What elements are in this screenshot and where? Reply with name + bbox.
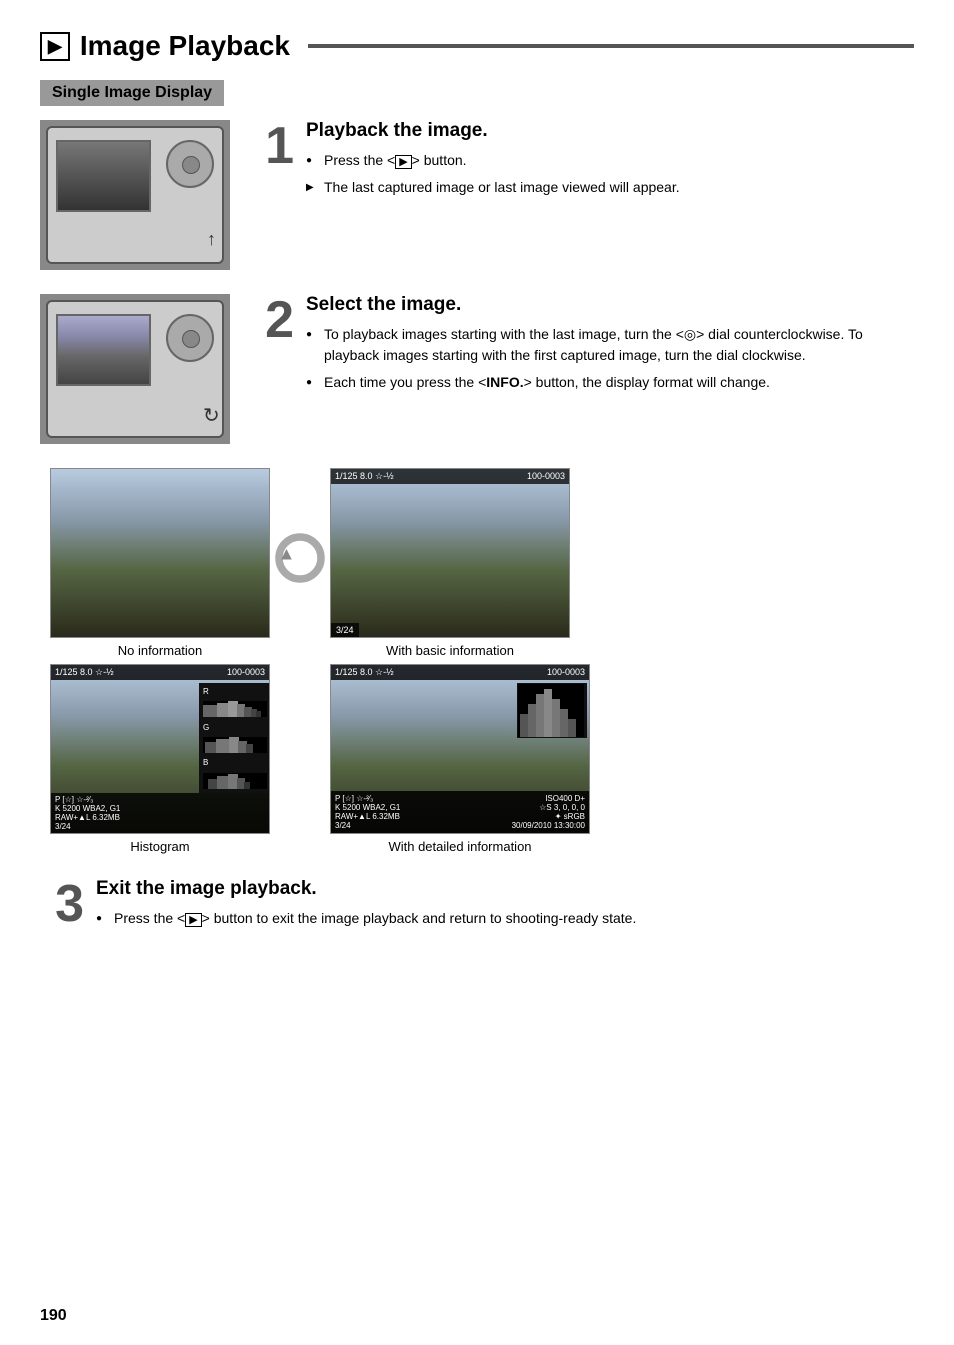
step2-content: Select the image. To playback images sta… bbox=[306, 294, 914, 399]
step3-title: Exit the image playback. bbox=[96, 878, 914, 900]
step2-number: 2 bbox=[250, 294, 294, 346]
step1-bullet-2: The last captured image or last image vi… bbox=[306, 177, 914, 198]
page-title-bar: ▶ Image Playback bbox=[40, 30, 914, 62]
basic-info-label: With basic information bbox=[386, 643, 514, 658]
basic-info-panel-wrap: 1/125 8.0 ☆-½ 100-0003 3/24 With basic i… bbox=[330, 468, 570, 658]
no-info-label: No information bbox=[118, 643, 203, 658]
title-icon: ▶ bbox=[40, 32, 70, 61]
step2-bullet-2: Each time you press the <INFO.> button, … bbox=[306, 372, 914, 393]
no-info-panel bbox=[50, 468, 270, 638]
step2-row: ↺ 2 Select the image. To playback images… bbox=[40, 294, 914, 444]
basic-info-top-right: 100-0003 bbox=[527, 471, 565, 482]
section-header: Single Image Display bbox=[40, 80, 914, 120]
panels-row1: No information 1/125 8.0 ☆-½ 100-0003 3/… bbox=[50, 468, 914, 658]
basic-info-panel: 1/125 8.0 ☆-½ 100-0003 3/24 bbox=[330, 468, 570, 638]
step1-bullets: Press the <▶> button. The last captured … bbox=[306, 150, 914, 198]
detailed-info-panel-wrap: 1/125 8.0 ☆-½ 100-0003 bbox=[330, 664, 590, 854]
step2-images: ↺ bbox=[40, 294, 230, 444]
camera-image-1: ↑ bbox=[40, 120, 230, 270]
histogram-label: Histogram bbox=[130, 839, 189, 854]
step3-bullet-1: Press the <▶> button to exit the image p… bbox=[96, 908, 914, 929]
step2-title: Select the image. bbox=[306, 294, 914, 316]
step1-row: ↑ 1 Playback the image. Press the <▶> bu… bbox=[40, 120, 914, 270]
page-number: 190 bbox=[40, 1307, 67, 1325]
step1-images: ↑ bbox=[40, 120, 230, 270]
histogram-panel-wrap: 1/125 8.0 ☆-½ 100-0003 R G bbox=[50, 664, 270, 854]
title-rule bbox=[308, 44, 914, 48]
step2-bullet-1: To playback images starting with the las… bbox=[306, 324, 914, 366]
histogram-panel: 1/125 8.0 ☆-½ 100-0003 R G bbox=[50, 664, 270, 834]
panel-arrow bbox=[270, 468, 330, 593]
camera-image-2: ↺ bbox=[40, 294, 230, 444]
step3-content: Exit the image playback. Press the <▶> b… bbox=[96, 878, 914, 935]
basic-info-top-left: 1/125 8.0 ☆-½ bbox=[335, 471, 394, 482]
step2-bullets: To playback images starting with the las… bbox=[306, 324, 914, 393]
step1-content: Playback the image. Press the <▶> button… bbox=[306, 120, 914, 204]
page-title: Image Playback bbox=[80, 30, 290, 62]
step3-number: 3 bbox=[40, 878, 84, 930]
cycle-arrow-icon bbox=[270, 523, 330, 593]
step3-row: 3 Exit the image playback. Press the <▶>… bbox=[40, 878, 914, 935]
step3-bullets: Press the <▶> button to exit the image p… bbox=[96, 908, 914, 929]
step1-number: 1 bbox=[250, 120, 294, 172]
step1-title: Playback the image. bbox=[306, 120, 914, 142]
no-info-panel-wrap: No information bbox=[50, 468, 270, 658]
basic-info-counter: 3/24 bbox=[336, 625, 354, 635]
detailed-info-panel: 1/125 8.0 ☆-½ 100-0003 bbox=[330, 664, 590, 834]
detailed-info-label: With detailed information bbox=[388, 839, 531, 854]
panels-row2: 1/125 8.0 ☆-½ 100-0003 R G bbox=[50, 664, 914, 854]
step1-bullet-1: Press the <▶> button. bbox=[306, 150, 914, 171]
